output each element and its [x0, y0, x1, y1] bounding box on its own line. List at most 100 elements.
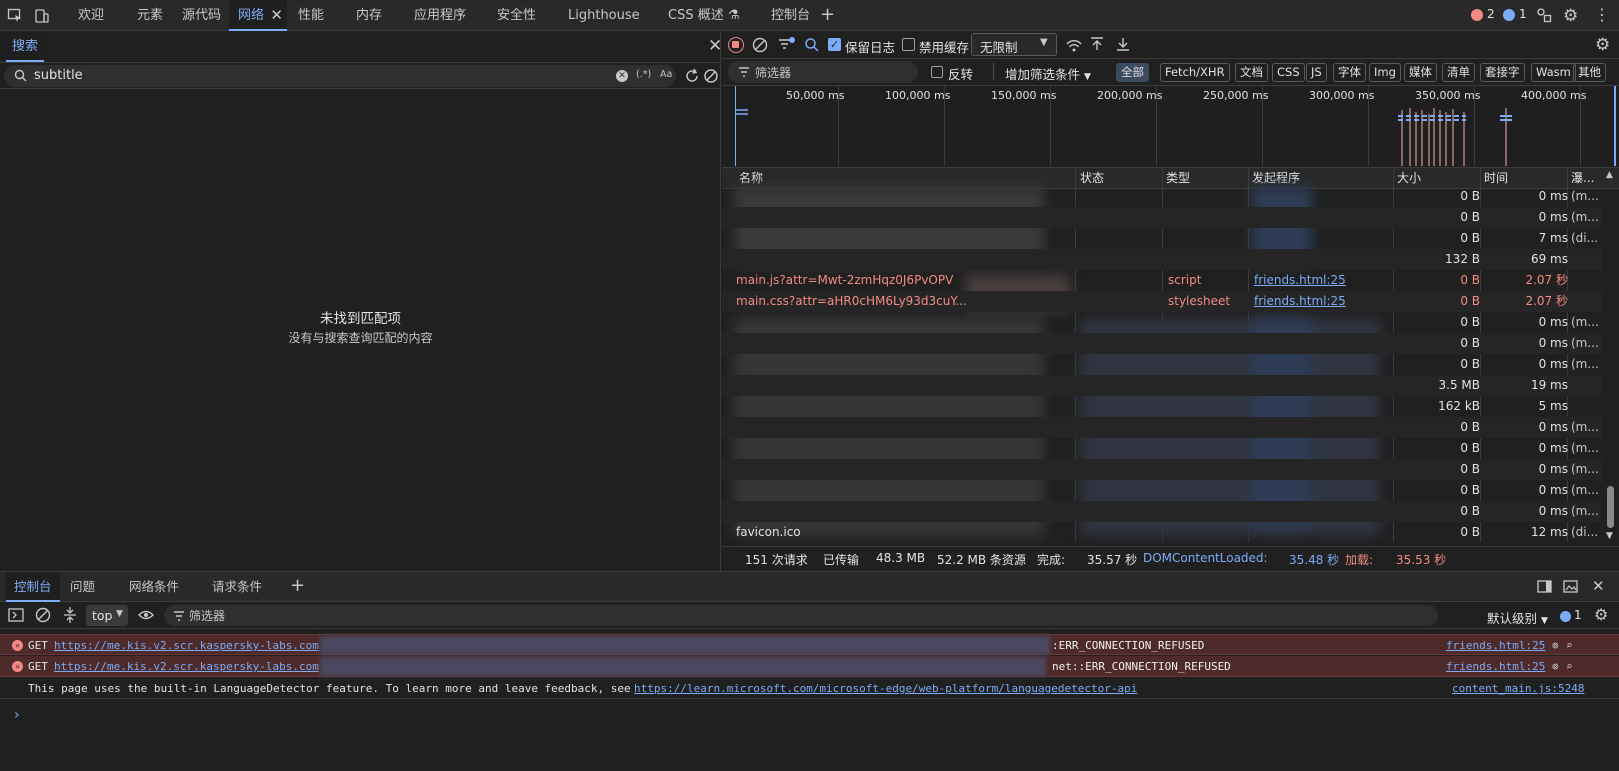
network-row-initiator[interactable]	[1254, 396, 1394, 417]
context-select[interactable]: top ▼	[86, 605, 128, 626]
log-level-select[interactable]: 默认级别 ▼	[1487, 608, 1548, 627]
disable-cache-checkbox[interactable]	[902, 38, 915, 51]
network-request-icon[interactable]: ⊚	[1552, 656, 1559, 677]
console-message-count[interactable]: 1	[1574, 608, 1582, 622]
network-row[interactable]: 3.5 MB 19 ms	[722, 375, 1602, 396]
sidebar-toggle-icon[interactable]	[8, 608, 24, 622]
search-input[interactable]: subtitle	[34, 68, 83, 83]
network-row-initiator[interactable]	[1254, 186, 1394, 207]
add-tab-icon[interactable]: +	[820, 4, 835, 25]
console-input[interactable]	[30, 702, 1610, 728]
network-row-initiator[interactable]	[1254, 375, 1394, 396]
network-row[interactable]: 0 B 0 ms (m...	[722, 480, 1602, 501]
filter-chip-js[interactable]: JS	[1306, 63, 1327, 82]
search-icon[interactable]: ⌕	[1566, 635, 1573, 656]
more-options-icon[interactable]: ⋮	[1594, 5, 1610, 24]
network-row-initiator[interactable]	[1254, 249, 1394, 270]
network-row[interactable]: main.js?attr=Mwt-2zmHqz0J6PvOPV script fri…	[722, 270, 1602, 291]
settings-gear-icon[interactable]: ⚙	[1563, 6, 1578, 26]
network-conditions-icon[interactable]	[1065, 37, 1083, 53]
tab-console[interactable]: 控制台	[771, 0, 810, 31]
scroll-up-icon[interactable]: ▲	[1606, 170, 1613, 180]
tab-application[interactable]: 应用程序	[414, 0, 466, 31]
live-expression-eye-icon[interactable]	[138, 608, 154, 622]
filter-chip-manifest[interactable]: 清单	[1442, 63, 1475, 82]
drawer-tab-request-conditions[interactable]: 请求条件	[212, 572, 262, 602]
clear-log-icon[interactable]	[752, 37, 768, 53]
tab-performance[interactable]: 性能	[298, 0, 324, 31]
clear-search-icon[interactable]: ✕	[616, 70, 628, 82]
filter-chip-media[interactable]: 媒体	[1404, 63, 1437, 82]
tab-security[interactable]: 安全性	[497, 0, 536, 31]
customize-icon[interactable]	[1536, 7, 1552, 23]
filter-chip-all[interactable]: 全部	[1116, 63, 1149, 82]
filter-chip-other[interactable]: 其他	[1573, 63, 1606, 82]
filter-chip-img[interactable]: Img	[1369, 63, 1401, 82]
refresh-icon[interactable]	[684, 68, 700, 84]
request-url-link[interactable]: https://me.kis.v2.scr.kaspersky-labs.com	[54, 635, 319, 656]
network-row-initiator[interactable]	[1254, 438, 1394, 459]
tab-sources[interactable]: 源代码	[182, 0, 221, 31]
add-tab-icon[interactable]: +	[290, 575, 305, 596]
search-icon[interactable]: ⌕	[1566, 656, 1573, 677]
drawer-tab-network-conditions[interactable]: 网络条件	[129, 572, 179, 602]
network-row[interactable]: 0 B 0 ms (m...	[722, 186, 1602, 207]
export-har-icon[interactable]	[1116, 36, 1130, 52]
network-row[interactable]: 0 B 7 ms (di...	[722, 228, 1602, 249]
filter-chip-socket[interactable]: 套接字	[1480, 63, 1525, 82]
grid-scrollbar-thumb[interactable]	[1607, 486, 1614, 528]
console-filter-input[interactable]: 筛选器	[164, 605, 1438, 626]
tab-elements[interactable]: 元素	[137, 0, 163, 31]
network-row[interactable]: favicon.ico 0 B 12 ms (di...	[722, 522, 1602, 543]
network-row[interactable]: main.css?attr=aHR0cHM6Ly93d3cuY... styles…	[722, 291, 1602, 312]
close-drawer-icon[interactable]: ✕	[1592, 577, 1605, 595]
tab-welcome[interactable]: 欢迎	[78, 0, 104, 31]
close-icon[interactable]: ✕	[708, 36, 722, 56]
record-icon[interactable]	[728, 37, 744, 53]
network-row-initiator[interactable]	[1254, 501, 1394, 522]
throttle-select[interactable]: 无限制 ▼	[971, 33, 1057, 56]
filter-chip-css[interactable]: CSS	[1272, 63, 1305, 82]
import-har-icon[interactable]	[1090, 36, 1104, 52]
search-input-box[interactable]: subtitle ✕ (.*) Aa	[4, 65, 676, 87]
filter-chip-wasm[interactable]: Wasm	[1531, 63, 1576, 82]
network-settings-gear-icon[interactable]: ⚙	[1595, 35, 1610, 55]
network-request-icon[interactable]: ⊚	[1552, 635, 1559, 656]
info-url-link[interactable]: https://learn.microsoft.com/microsoft-ed…	[634, 678, 1137, 699]
request-url-link[interactable]: https://me.kis.v2.scr.kaspersky-labs.com	[54, 656, 319, 677]
clear-icon[interactable]	[703, 68, 719, 84]
error-count[interactable]: 2	[1487, 7, 1495, 21]
network-row-initiator[interactable]	[1254, 228, 1394, 249]
network-row[interactable]: 0 B 0 ms (m...	[722, 312, 1602, 333]
network-row-initiator[interactable]	[1254, 354, 1394, 375]
match-case-toggle[interactable]: Aa	[660, 69, 672, 80]
search-icon[interactable]	[804, 37, 820, 53]
more-filters-button[interactable]: 增加筛选条件 ▼	[1005, 64, 1091, 83]
network-row-initiator[interactable]	[1254, 417, 1394, 438]
network-row[interactable]: 0 B 0 ms (m...	[722, 438, 1602, 459]
network-row[interactable]: 0 B 0 ms (m...	[722, 501, 1602, 522]
tab-memory[interactable]: 内存	[356, 0, 382, 31]
filter-chip-doc[interactable]: 文档	[1235, 63, 1268, 82]
source-link[interactable]: friends.html:25	[1446, 656, 1545, 677]
device-toolbar-icon[interactable]	[34, 8, 50, 24]
network-row-initiator[interactable]	[1254, 522, 1394, 543]
console-settings-gear-icon[interactable]: ⚙	[1594, 605, 1608, 624]
invert-checkbox[interactable]	[931, 66, 943, 78]
search-tab[interactable]: 搜索	[6, 31, 45, 62]
scroll-down-icon[interactable]: ▼	[1606, 531, 1613, 541]
network-row-initiator[interactable]	[1254, 333, 1394, 354]
network-row[interactable]: 0 B 0 ms (m...	[722, 354, 1602, 375]
network-row-initiator[interactable]	[1254, 312, 1394, 333]
network-row-initiator[interactable]: friends.html:25	[1254, 291, 1394, 312]
network-row[interactable]: 162 kB 5 ms	[722, 396, 1602, 417]
tab-lighthouse[interactable]: Lighthouse	[568, 0, 640, 31]
tab-network[interactable]: 网络 ✕	[229, 0, 287, 31]
network-row-initiator[interactable]	[1254, 459, 1394, 480]
tab-css-overview[interactable]: CSS 概述 ⚗	[668, 0, 740, 31]
drawer-tab-console[interactable]: 控制台	[6, 572, 60, 602]
group-similar-icon[interactable]	[63, 606, 77, 624]
drawer-tab-issues[interactable]: 问题	[70, 572, 95, 602]
filter-icon[interactable]	[778, 36, 796, 52]
network-filter-input[interactable]: 筛选器	[728, 61, 918, 83]
